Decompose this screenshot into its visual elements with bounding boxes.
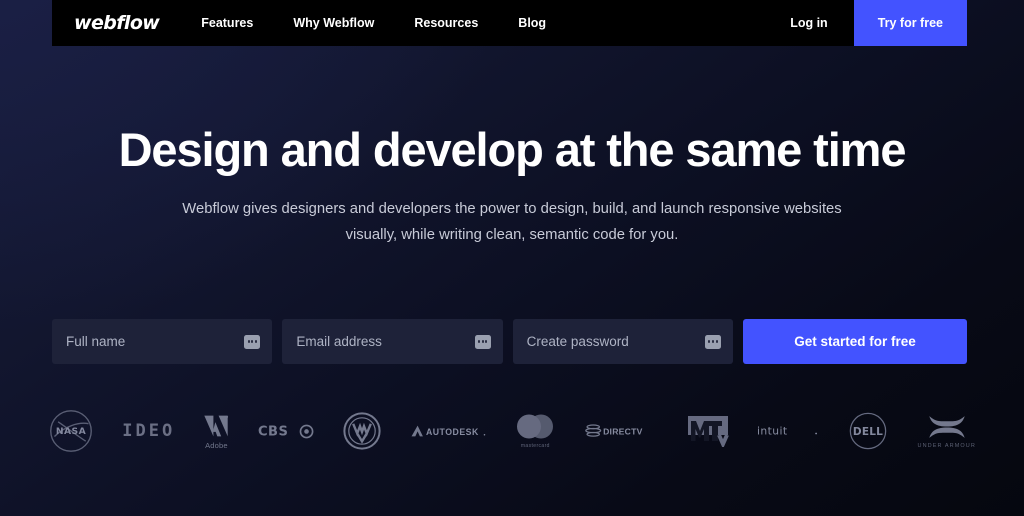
email-address-field[interactable]: Email address (282, 319, 503, 364)
top-navigation-bar: webflow Features Why Webflow Resources B… (52, 0, 967, 46)
mastercard-wordmark: mastercard (520, 443, 550, 449)
cbs-logo: CBS (258, 420, 314, 442)
intuit-logo: intuit (757, 420, 819, 442)
webflow-logo[interactable]: webflow (74, 0, 160, 46)
directv-logo: DIRECTV (584, 420, 659, 442)
nav-left-group: webflow Features Why Webflow Resources B… (52, 0, 546, 46)
svg-text:CBS: CBS (258, 425, 288, 440)
customer-logo-strip: NASA IDEO Adobe CBS AUTODESK mastercard … (48, 402, 976, 460)
svg-text:DELL: DELL (853, 426, 883, 438)
email-address-placeholder: Email address (296, 334, 382, 349)
under-armour-wordmark: UNDER ARMOUR (917, 442, 976, 449)
mastercard-logo: mastercard (514, 413, 556, 449)
nav-right-group: Log in Try for free (764, 0, 967, 46)
adobe-logo: Adobe (203, 413, 229, 450)
create-password-placeholder: Create password (526, 334, 629, 349)
nasa-logo: NASA (48, 408, 94, 454)
svg-text:NASA: NASA (56, 426, 87, 437)
three-dots-icon[interactable] (244, 334, 261, 349)
three-dots-icon[interactable] (474, 334, 491, 349)
get-started-for-free-button[interactable]: Get started for free (742, 319, 967, 364)
mtv-logo (687, 415, 729, 447)
adobe-wordmark: Adobe (205, 440, 228, 450)
autodesk-logo: AUTODESK (410, 422, 486, 440)
nav-item-resources[interactable]: Resources (414, 0, 478, 46)
login-link[interactable]: Log in (764, 0, 854, 46)
svg-text:intuit: intuit (757, 425, 787, 438)
hero-subtitle: Webflow gives designers and developers t… (182, 201, 842, 243)
page-title: Design and develop at the same time (118, 123, 907, 176)
signup-form: Full name Email address Create password … (52, 319, 967, 364)
full-name-field[interactable]: Full name (52, 319, 273, 364)
three-dots-icon[interactable] (704, 334, 721, 349)
volkswagen-logo (342, 411, 382, 451)
nav-item-why-webflow[interactable]: Why Webflow (293, 0, 374, 46)
svg-text:AUTODESK: AUTODESK (426, 427, 479, 437)
ideo-wordmark: IDEO (122, 421, 176, 441)
hero-section: Design and develop at the same time Webf… (0, 46, 1024, 248)
ideo-logo: IDEO (122, 421, 175, 441)
nav-item-blog[interactable]: Blog (518, 0, 546, 46)
try-for-free-button[interactable]: Try for free (853, 0, 967, 46)
landing-page: webflow Features Why Webflow Resources B… (0, 0, 1024, 516)
create-password-field[interactable]: Create password (512, 319, 733, 364)
dell-logo: DELL (847, 410, 889, 452)
full-name-placeholder: Full name (66, 334, 126, 349)
svg-text:DIRECTV: DIRECTV (603, 427, 643, 437)
under-armour-logo: UNDER ARMOUR (918, 414, 976, 449)
nav-item-features[interactable]: Features (201, 0, 253, 46)
